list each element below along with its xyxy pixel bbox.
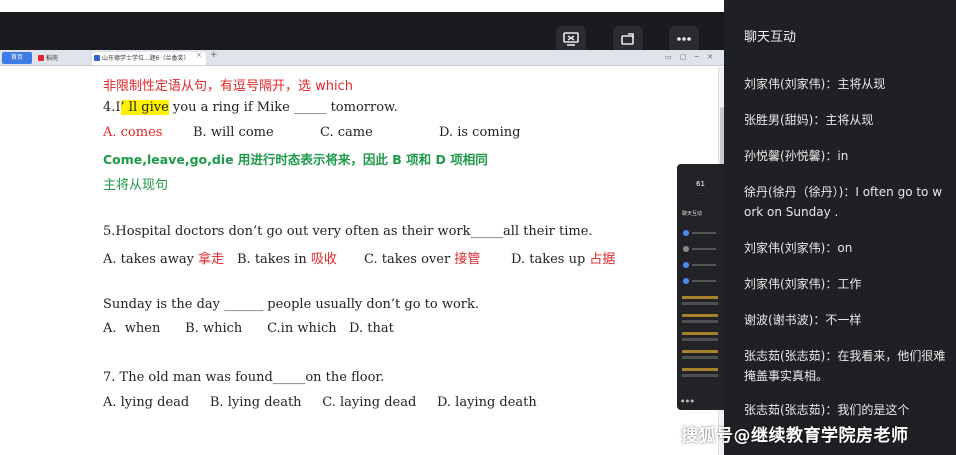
option-b: B. will come xyxy=(193,125,274,140)
thumbnail-message xyxy=(682,374,718,377)
tab-document-label: 山东德学士学位...题6（兰香奖） xyxy=(102,55,190,62)
thumbnail-row xyxy=(683,262,717,268)
shared-browser-window: 首页 稻壳 山东德学士学位...题6（兰香奖） × + ▭ ▢ ─ ✕ 非限制性… xyxy=(0,50,724,455)
question-6-options: A. when B. which C.in which D. that xyxy=(103,321,394,336)
window-controls-icon[interactable]: ▭ ▢ ─ ✕ xyxy=(665,53,716,61)
chat-panel: 聊天互动 刘家伟(刘家伟)：主将从现 张胜男(甜妈)：主将从现 孙悦馨(孙悦馨)… xyxy=(724,0,956,455)
option-a-translation: 拿走 xyxy=(198,252,225,267)
option-d-translation: 占据 xyxy=(589,252,616,267)
grammar-note: 非限制性定语从句，有逗号隔开，选 which xyxy=(103,79,354,94)
option-a: A. takes away 拿走 xyxy=(103,248,224,267)
thumbnail-message xyxy=(682,338,718,341)
option-a-text: A. takes away xyxy=(103,252,199,267)
option-b-text: B. takes in xyxy=(237,252,311,267)
close-tab-icon[interactable]: × xyxy=(196,51,202,59)
watermark: 搜狐号@继续教育学院房老师 xyxy=(681,426,909,446)
screen: 首页 稻壳 山东德学士学位...题6（兰香奖） × + ▭ ▢ ─ ✕ 非限制性… xyxy=(0,0,956,455)
chat-message: 张志茹(张志茹)：我们的是这个 xyxy=(744,403,910,417)
online-label: · · · · · xyxy=(694,191,707,196)
online-count: 61 xyxy=(696,180,705,188)
thumbnail-chat-tab: 聊天互动 xyxy=(682,211,703,217)
thumbnail-row xyxy=(683,230,717,236)
chat-message: 谢波(谢书波)：不一样 xyxy=(744,313,862,327)
chat-message: 刘家伟(刘家伟)：主将从现 xyxy=(744,77,886,91)
tab-document[interactable]: 山东德学士学位...题6（兰香奖） xyxy=(92,52,206,65)
question-7: 7. The old man was found_____on the floo… xyxy=(103,370,385,385)
thumbnail-message xyxy=(682,332,718,335)
thumbnail-row xyxy=(683,246,717,252)
participant-thumbnail[interactable]: 61 · · · · · 聊天互动 ● ● ● xyxy=(677,164,724,410)
chat-message: 张胜男(甜妈)：主将从现 xyxy=(744,113,874,127)
chat-message: 孙悦馨(孙悦馨)：in xyxy=(744,149,849,163)
tab-docer-label: 稻壳 xyxy=(46,55,59,62)
top-strip xyxy=(0,0,724,12)
thumbnail-message xyxy=(682,296,718,299)
shared-screen: 首页 稻壳 山东德学士学位...题6（兰香奖） × + ▭ ▢ ─ ✕ 非限制性… xyxy=(0,0,724,455)
chat-message: 刘家伟(刘家伟)：on xyxy=(744,241,853,255)
option-d-text: D. takes up xyxy=(511,252,590,267)
option-b-translation: 吸收 xyxy=(310,252,337,267)
thumbnail-message xyxy=(682,320,718,323)
question-6: Sunday is the day ______ people usually … xyxy=(103,297,480,312)
rule-note: 主将从现句 xyxy=(103,178,169,193)
tab-docer[interactable]: 稻壳 xyxy=(36,52,88,65)
thumbnail-message xyxy=(682,368,718,371)
thumbnail-row xyxy=(683,278,717,284)
screen-share-icon[interactable] xyxy=(556,26,586,52)
new-tab-icon[interactable]: + xyxy=(210,50,218,60)
document-page: 非限制性定语从句，有逗号隔开，选 which 4.I’ ll give you … xyxy=(0,67,718,455)
word-doc-icon xyxy=(94,55,100,61)
option-c-text: C. takes over xyxy=(364,252,455,267)
rotate-screen-icon[interactable] xyxy=(613,26,643,52)
question-7-options: A. lying dead B. lying death C. laying d… xyxy=(103,395,537,410)
option-c-translation: 接管 xyxy=(454,252,481,267)
tab-home[interactable]: 首页 xyxy=(2,52,32,64)
question-4-text: you a ring if Mike _____ tomorrow. xyxy=(168,100,398,115)
browser-tabbar: 首页 稻壳 山东德学士学位...题6（兰香奖） × + ▭ ▢ ─ ✕ xyxy=(0,50,724,66)
question-5-options: A. takes away 拿走 B. takes in 吸收 C. takes… xyxy=(103,248,643,268)
option-d: D. takes up 占据 xyxy=(511,248,615,267)
chat-message: 刘家伟(刘家伟)：工作 xyxy=(744,277,862,291)
chat-title: 聊天互动 xyxy=(744,30,797,45)
option-b: B. takes in 吸收 xyxy=(237,248,337,267)
more-options-icon[interactable] xyxy=(669,26,699,52)
question-4-options: A. comes B. will come C. came D. is comi… xyxy=(103,125,553,143)
question-5: 5.Hospital doctors don’t go out very oft… xyxy=(103,224,593,239)
chat-message: 张志茹(张志茹)：在我看来，他们很难掩盖事实真相。 xyxy=(744,349,946,383)
option-d: D. is coming xyxy=(439,125,521,140)
question-4: 4.I’ ll give you a ring if Mike _____ to… xyxy=(103,100,398,115)
thumbnail-message xyxy=(682,314,718,317)
highlighted-text: ’ ll give xyxy=(120,100,169,115)
thumbnail-message xyxy=(682,356,718,359)
thumbnail-message xyxy=(682,350,718,353)
chat-message: 徐丹(徐丹（徐丹）)：I often go to work on Sunday … xyxy=(744,185,943,219)
thumbnail-message xyxy=(682,302,718,305)
explanation-note: Come,leave,go,die 用进行时态表示将来，因此 B 项和 D 项相… xyxy=(103,152,488,167)
thumbnail-footer: ● ● ● xyxy=(681,398,695,403)
docer-icon xyxy=(38,55,44,61)
question-4-number: 4.I xyxy=(103,100,121,115)
option-a: A. comes xyxy=(103,125,163,140)
option-c: C. takes over 接管 xyxy=(364,248,480,267)
option-c: C. came xyxy=(320,125,373,140)
